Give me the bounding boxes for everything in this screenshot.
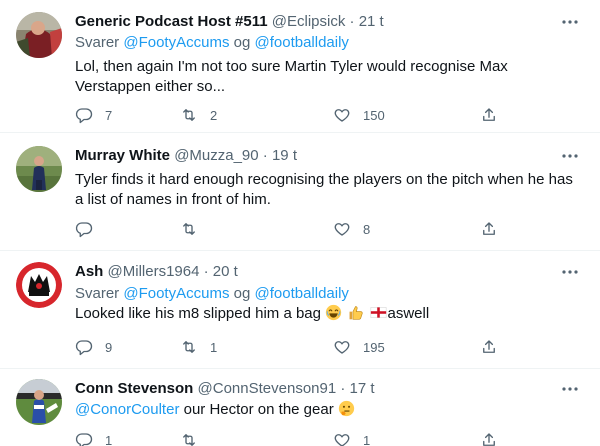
separator: · <box>340 380 346 397</box>
mention-link[interactable]: @FootyAccums <box>123 34 229 51</box>
reply-button[interactable]: 7 <box>75 105 112 125</box>
more-icon[interactable] <box>560 264 580 280</box>
timestamp[interactable]: 21 t <box>359 13 384 30</box>
like-button[interactable]: 150 <box>333 105 385 125</box>
tweet-text: Looked like his m8 slipped him a bag asw… <box>75 304 585 324</box>
action-bar: 9 1 195 <box>67 337 507 357</box>
like-count: 8 <box>363 221 371 237</box>
action-bar: 1 1 <box>67 430 507 446</box>
tweet-text-main: our Hector on the gear <box>183 401 334 418</box>
thinking-face-emoji-icon <box>338 400 355 417</box>
retweet-icon <box>180 338 198 356</box>
mention-link[interactable]: @footballdaily <box>254 34 348 51</box>
action-bar: 7 2 150 <box>67 105 507 125</box>
tweet-text: Tyler finds it hard enough recognising t… <box>75 171 573 208</box>
share-icon <box>480 220 498 238</box>
retweet-button[interactable] <box>180 430 198 446</box>
share-icon <box>480 106 498 124</box>
replying-to: Svarer @FootyAccums og @footballdaily <box>75 33 349 53</box>
user-handle[interactable]: @Eclipsick <box>272 13 346 30</box>
retweet-icon <box>180 106 198 124</box>
avatar[interactable] <box>16 262 62 308</box>
display-name[interactable]: Murray White <box>75 147 170 164</box>
tweet-text-main: Looked like his m8 slipped him a bag <box>75 305 321 322</box>
separator: · <box>349 13 355 30</box>
separator: · <box>262 147 268 164</box>
tweet-header: Ash @Millers1964 · 20 t <box>75 262 238 282</box>
tweet[interactable]: Conn Stevenson @ConnStevenson91 · 17 t @… <box>0 369 600 446</box>
reply-count: 1 <box>105 432 113 446</box>
mention-link[interactable]: @FootyAccums <box>123 285 229 302</box>
laughing-emoji-icon <box>325 304 342 321</box>
reply-icon <box>75 338 93 356</box>
display-name[interactable]: Ash <box>75 263 103 280</box>
user-handle[interactable]: @Millers1964 <box>108 263 200 280</box>
reply-button[interactable]: 9 <box>75 337 112 357</box>
tweet-text-tail: aswell <box>387 305 430 322</box>
heart-icon <box>333 431 351 446</box>
tweet-header: Generic Podcast Host #511 @Eclipsick · 2… <box>75 12 384 32</box>
retweet-icon <box>180 431 198 446</box>
like-count: 1 <box>363 432 371 446</box>
reply-button[interactable]: 1 <box>75 430 112 446</box>
user-handle[interactable]: @Muzza_90 <box>174 147 258 164</box>
reply-button[interactable] <box>75 219 93 239</box>
heart-icon <box>333 220 351 238</box>
tweet[interactable]: Murray White @Muzza_90 · 19 t Tyler find… <box>0 133 600 251</box>
reply-count: 7 <box>105 107 113 123</box>
like-button[interactable]: 195 <box>333 337 385 357</box>
tweet-text: @ConorCoulter our Hector on the gear <box>75 400 585 420</box>
replying-to-label: Svarer <box>75 285 120 302</box>
separator: · <box>203 263 209 280</box>
retweet-button[interactable]: 2 <box>180 105 217 125</box>
display-name[interactable]: Generic Podcast Host #511 <box>75 13 268 30</box>
like-button[interactable]: 1 <box>333 430 370 446</box>
retweet-icon <box>180 220 198 238</box>
mention-link[interactable]: @footballdaily <box>254 285 348 302</box>
tweet[interactable]: Ash @Millers1964 · 20 t Svarer @FootyAcc… <box>0 251 600 369</box>
mention-link[interactable]: @ConorCoulter <box>75 401 179 418</box>
heart-icon <box>333 338 351 356</box>
avatar[interactable] <box>16 146 62 192</box>
display-name[interactable]: Conn Stevenson <box>75 380 193 397</box>
replying-to: Svarer @FootyAccums og @footballdaily <box>75 284 349 304</box>
user-handle[interactable]: @ConnStevenson91 <box>198 380 337 397</box>
more-icon[interactable] <box>560 148 580 164</box>
avatar[interactable] <box>16 379 62 425</box>
retweet-button[interactable] <box>180 219 198 239</box>
thumbs-up-emoji-icon <box>347 304 364 321</box>
like-count: 150 <box>363 107 385 123</box>
action-bar: 8 <box>67 219 507 239</box>
heart-icon <box>333 106 351 124</box>
share-icon <box>480 431 498 446</box>
timestamp[interactable]: 17 t <box>350 380 375 397</box>
retweet-count: 2 <box>210 107 218 123</box>
tweet-text: Lol, then again I'm not too sure Martin … <box>75 58 508 95</box>
tweet[interactable]: Generic Podcast Host #511 @Eclipsick · 2… <box>0 0 600 133</box>
more-icon[interactable] <box>560 381 580 397</box>
retweet-count: 1 <box>210 339 218 355</box>
reply-icon <box>75 106 93 124</box>
timestamp[interactable]: 20 t <box>213 263 238 280</box>
like-count: 195 <box>363 339 385 355</box>
reply-icon <box>75 431 93 446</box>
england-flag-emoji-icon <box>370 304 387 321</box>
replying-to-joiner: og <box>233 285 251 302</box>
tweet-header: Conn Stevenson @ConnStevenson91 · 17 t <box>75 379 375 399</box>
share-icon <box>480 338 498 356</box>
replying-to-label: Svarer <box>75 34 120 51</box>
share-button[interactable] <box>480 337 498 357</box>
more-icon[interactable] <box>560 14 580 30</box>
tweet-header: Murray White @Muzza_90 · 19 t <box>75 146 297 166</box>
reply-count: 9 <box>105 339 113 355</box>
share-button[interactable] <box>480 105 498 125</box>
timestamp[interactable]: 19 t <box>272 147 297 164</box>
replying-to-joiner: og <box>233 34 251 51</box>
share-button[interactable] <box>480 430 498 446</box>
avatar[interactable] <box>16 12 62 58</box>
reply-icon <box>75 220 93 238</box>
share-button[interactable] <box>480 219 498 239</box>
like-button[interactable]: 8 <box>333 219 370 239</box>
retweet-button[interactable]: 1 <box>180 337 217 357</box>
